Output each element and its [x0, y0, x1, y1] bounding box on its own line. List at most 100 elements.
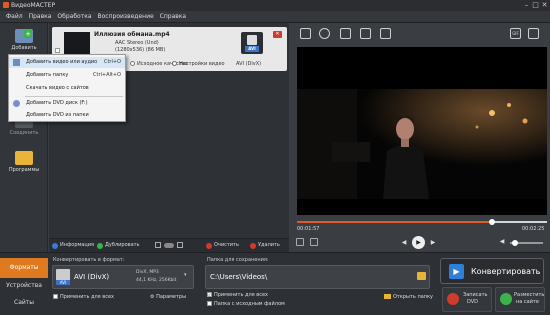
open-external-icon[interactable]: [296, 238, 304, 246]
format-badge-label: AVI: [245, 46, 259, 52]
snapshot-icon[interactable]: [528, 28, 539, 39]
dvd-disc-icon: [13, 100, 20, 107]
file-audio-info: AAC Stereo (Und): [115, 40, 159, 46]
duplicate-button[interactable]: Дублировать: [105, 242, 140, 248]
format-badge: AVI: [56, 280, 70, 285]
menu-item-add-dvd-disc[interactable]: Добавить DVD диск (F:): [9, 98, 125, 109]
params-button[interactable]: ⚙ Параметры: [150, 294, 186, 300]
publish-label-1: Разместить: [514, 292, 545, 298]
format-badge-icon: AVI: [241, 32, 263, 54]
maximize-icon[interactable]: □: [531, 1, 540, 10]
menu-bar: Файл Правка Обработка Воспроизведение Сп…: [0, 11, 550, 23]
volume-handle[interactable]: [512, 240, 518, 246]
audio-info: 44,1 KHz, 256Kbit: [136, 278, 177, 283]
duplicate-icon: [97, 243, 103, 249]
brightness-icon[interactable]: [340, 28, 351, 39]
video-frame: [297, 89, 547, 199]
convert-icon: ▶: [449, 264, 464, 279]
add-file-icon: +: [15, 29, 33, 43]
menu-item-add-dvd-folder[interactable]: Добавить DVD из папки: [9, 110, 125, 121]
previous-icon[interactable]: ◀: [399, 238, 409, 248]
menu-item-label: Добавить DVD из папки: [26, 112, 89, 118]
burn-dvd-button[interactable]: Записать DVD: [442, 287, 492, 312]
clear-icon: [206, 243, 212, 249]
format-name: AVI (DivX): [74, 273, 110, 281]
menu-file[interactable]: Файл: [6, 13, 23, 20]
open-folder-button[interactable]: Открыть папку: [384, 294, 433, 300]
menu-item-add-video[interactable]: Добавить видео или аудио Ctrl+O: [9, 57, 125, 68]
speed-icon[interactable]: [380, 28, 391, 39]
menu-processing[interactable]: Обработка: [57, 13, 91, 20]
edit-toolbar: GIF: [290, 23, 550, 45]
folder-icon[interactable]: [417, 272, 426, 280]
file-format-text: AVI (DivX): [236, 61, 262, 67]
menu-item-label: Добавить видео или аудио: [26, 59, 98, 65]
add-label: Добавить: [11, 45, 37, 51]
save-path-field[interactable]: C:\Users\Videos\: [205, 265, 430, 289]
remove-file-icon[interactable]: ✕: [273, 31, 282, 38]
source-folder-checkbox[interactable]: Папка с исходным файлом: [207, 301, 285, 307]
menu-item-add-folder[interactable]: Добавить папку Ctrl+Alt+O: [9, 70, 125, 81]
convert-button[interactable]: ▶ Конвертировать: [440, 258, 544, 284]
tab-formats[interactable]: Форматы: [0, 258, 48, 278]
minimize-icon[interactable]: –: [522, 1, 531, 10]
clear-button[interactable]: Очистить: [214, 242, 239, 248]
file-checkbox[interactable]: [55, 47, 62, 54]
video-settings-option[interactable]: Настройки видео: [172, 61, 225, 67]
video-settings-label: Настройки видео: [179, 61, 225, 67]
gif-icon[interactable]: GIF: [510, 28, 521, 39]
file-toolbar: Информация Дублировать Очистить Удалить: [49, 238, 289, 252]
menu-item-label: Добавить DVD диск (F:): [26, 100, 88, 106]
grid-view-icon[interactable]: [155, 242, 161, 248]
chevron-down-icon: ▾: [184, 272, 187, 278]
volume-icon[interactable]: ◀: [497, 237, 507, 247]
info-button[interactable]: Информация: [60, 242, 94, 248]
open-folder-label: Открыть папку: [393, 294, 434, 300]
title-bar: ВидеоМАСТЕР – □ ✕: [0, 0, 550, 11]
file-video-info: (1280x536) (86 MB): [115, 47, 166, 53]
format-selector[interactable]: AVI AVI (DivX) DivX, MP3 44,1 KHz, 256Kb…: [52, 265, 194, 289]
programs-label: Программы: [8, 167, 40, 173]
app-logo-icon: [3, 2, 9, 8]
convert-to-label: Конвертировать в формат:: [53, 257, 125, 263]
tab-sites[interactable]: Сайты: [0, 293, 48, 313]
publish-button[interactable]: Разместить на сайте: [495, 287, 545, 312]
view-toggle-icon[interactable]: [164, 243, 174, 248]
menu-playback[interactable]: Воспроизведение: [98, 13, 154, 20]
delete-icon: [250, 243, 256, 249]
open-folder-icon: [384, 294, 391, 299]
menu-help[interactable]: Справка: [160, 13, 186, 20]
menu-item-shortcut: Ctrl+O: [103, 59, 121, 65]
seek-progress: [297, 221, 492, 223]
delete-button[interactable]: Удалить: [258, 242, 280, 248]
list-view-icon[interactable]: [177, 242, 183, 248]
file-name: Иллюзия обмана.mp4: [94, 31, 170, 38]
apply-all-folder-checkbox[interactable]: ✓ Применить для всех: [207, 292, 268, 298]
video-preview: [297, 47, 547, 215]
play-icon[interactable]: ▶: [412, 236, 425, 249]
add-button[interactable]: + Добавить: [4, 29, 44, 51]
next-icon[interactable]: ▶: [428, 238, 438, 248]
publish-label-2: на сайте: [516, 299, 539, 305]
menu-separator: [25, 96, 123, 97]
join-label: Соединить: [9, 130, 39, 136]
add-video-icon: [13, 59, 20, 66]
programs-icon: [15, 151, 33, 165]
fullscreen-icon[interactable]: [310, 238, 318, 246]
add-dropdown-menu: Добавить видео или аудио Ctrl+O Добавить…: [8, 54, 126, 122]
apply-all-folder-label: Применить для всех: [214, 292, 268, 298]
apply-all-label: Применить для всех: [60, 294, 114, 300]
params-label: Параметры: [156, 294, 187, 300]
programs-button[interactable]: Программы: [4, 151, 44, 173]
apply-all-formats-checkbox[interactable]: Применить для всех: [53, 294, 114, 300]
menu-item-download-video[interactable]: Скачать видео с сайтов: [9, 83, 125, 94]
close-icon[interactable]: ✕: [540, 1, 549, 10]
save-path-value: C:\Users\Videos\: [210, 273, 268, 281]
crop-icon[interactable]: [300, 28, 311, 39]
seek-handle[interactable]: [489, 219, 495, 225]
rotate-icon[interactable]: [360, 28, 371, 39]
info-icon: [52, 243, 58, 249]
menu-item-shortcut: Ctrl+Alt+O: [93, 72, 121, 78]
menu-edit[interactable]: Правка: [29, 13, 52, 20]
effects-icon[interactable]: [319, 28, 330, 39]
